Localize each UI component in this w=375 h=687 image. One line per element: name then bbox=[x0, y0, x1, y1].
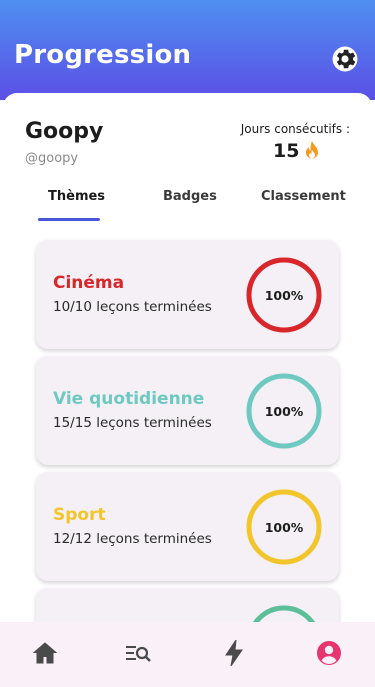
progress-ring: 100% bbox=[245, 372, 323, 450]
progress-sheet: Goopy @goopy Jours consécutifs : 15 Thèm… bbox=[3, 93, 372, 687]
profile-icon bbox=[317, 641, 341, 665]
progress-ring: 100% bbox=[245, 256, 323, 334]
progress-percent: 100% bbox=[264, 287, 304, 303]
theme-card-vie-quotidienne[interactable]: Vie quotidienne 15/15 leçons terminées 1… bbox=[36, 356, 339, 465]
user-name: Goopy bbox=[25, 119, 104, 144]
theme-card-sport[interactable]: Sport 12/12 leçons terminées 100% bbox=[36, 472, 339, 581]
search-list-icon bbox=[126, 646, 151, 662]
nav-home[interactable] bbox=[25, 636, 65, 670]
flame-icon bbox=[306, 141, 319, 159]
bottom-navigation bbox=[0, 622, 375, 687]
streak-label: Jours consécutifs : bbox=[240, 122, 350, 136]
theme-lessons: 10/10 leçons terminées bbox=[53, 299, 212, 315]
user-handle: @goopy bbox=[25, 151, 79, 166]
settings-button[interactable] bbox=[331, 45, 359, 73]
progress-percent: 100% bbox=[264, 519, 304, 535]
theme-lessons: 12/12 leçons terminées bbox=[53, 531, 212, 547]
theme-title: Sport bbox=[53, 505, 106, 525]
app-header: Progression bbox=[0, 0, 375, 100]
active-tab-indicator bbox=[38, 218, 100, 221]
nav-search-lessons[interactable] bbox=[118, 636, 158, 670]
theme-title: Vie quotidienne bbox=[53, 389, 205, 409]
theme-card-cinema[interactable]: Cinéma 10/10 leçons terminées 100% bbox=[36, 240, 339, 349]
tab-themes[interactable]: Thèmes bbox=[48, 189, 105, 204]
streak-number: 15 bbox=[273, 140, 300, 162]
lightning-icon bbox=[225, 640, 243, 666]
tab-classement[interactable]: Classement bbox=[261, 189, 346, 204]
progress-percent: 100% bbox=[264, 403, 304, 419]
gear-icon bbox=[332, 46, 358, 72]
nav-profile[interactable] bbox=[309, 636, 349, 670]
home-icon bbox=[33, 642, 57, 664]
progress-ring: 100% bbox=[245, 488, 323, 566]
nav-challenges[interactable] bbox=[214, 636, 254, 670]
streak-counter: 15 bbox=[273, 140, 321, 162]
theme-lessons: 15/15 leçons terminées bbox=[53, 415, 212, 431]
theme-title: Cinéma bbox=[53, 273, 125, 293]
page-title: Progression bbox=[14, 40, 192, 70]
tab-badges[interactable]: Badges bbox=[163, 189, 217, 204]
